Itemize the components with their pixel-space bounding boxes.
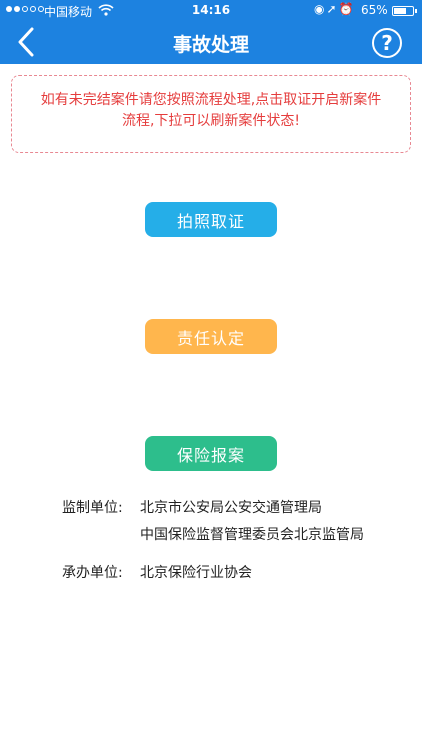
supervisor-2: 中国保险监督管理委员会北京监管局 [140, 527, 364, 543]
battery-icon [392, 6, 414, 16]
alarm-icon: ⏰ [338, 2, 356, 16]
orientation-lock-icon: ◉ [314, 2, 327, 16]
location-icon: ➚ [326, 2, 339, 16]
supervisor-label: 监制单位: [62, 500, 123, 516]
status-bar: 中国移动 14:16 ◉➚⏰ 65% [0, 0, 422, 22]
organizer-name: 北京保险行业协会 [140, 565, 252, 581]
clock: 14:16 [191, 3, 231, 17]
page-title: 事故处理 [172, 34, 249, 56]
supervisor-1: 北京市公安局公安交通管理局 [140, 500, 322, 516]
notice-line-2: 流程,下拉可以刷新案件状态! [121, 113, 301, 129]
liability-determination-button[interactable]: 责任认定 [145, 319, 277, 354]
help-icon[interactable]: ? [372, 28, 402, 58]
photo-evidence-button[interactable]: 拍照取证 [145, 202, 277, 237]
notice-box: 如有未完结案件请您按照流程处理,点击取证开启新案件 流程,下拉可以刷新案件状态! [11, 75, 411, 153]
notice-line-1: 如有未完结案件请您按照流程处理,点击取证开启新案件 [40, 92, 382, 108]
battery-percent: 65% [361, 3, 388, 17]
organizer-label: 承办单位: [62, 565, 123, 581]
insurance-report-button[interactable]: 保险报案 [145, 436, 277, 471]
top-bar: 中国移动 14:16 ◉➚⏰ 65% 事故处理 ? [0, 0, 422, 64]
